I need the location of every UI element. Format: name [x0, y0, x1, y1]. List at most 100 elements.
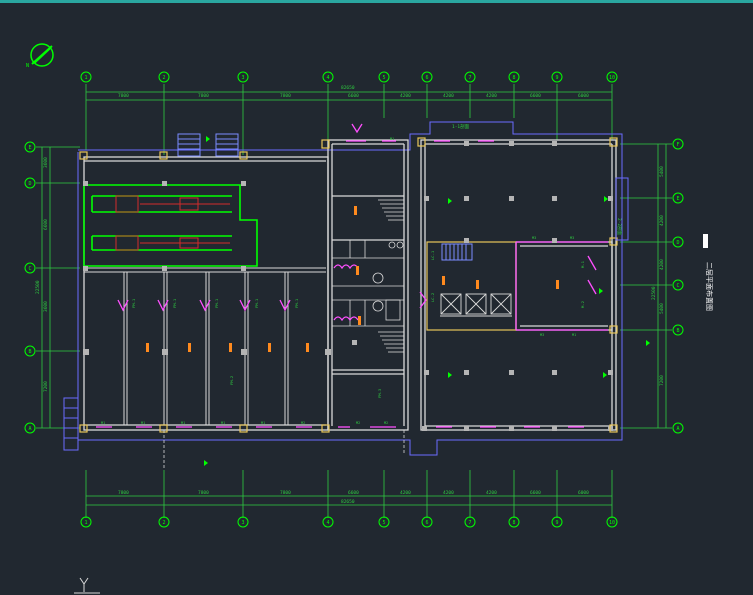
svg-text:LC-2: LC-2	[430, 293, 435, 302]
svg-text:FM-2: FM-2	[229, 376, 234, 385]
top-axis-labels: 1 2 3 4 5 6 7 8 9 10	[84, 75, 615, 81]
svg-text:10: 10	[609, 520, 615, 526]
core-highlight	[515, 241, 608, 331]
svg-text:6600: 6600	[43, 219, 49, 230]
svg-text:1: 1	[84, 75, 87, 81]
svg-text:M1: M1	[390, 137, 394, 141]
svg-text:M-1: M-1	[580, 260, 585, 268]
svg-text:7800: 7800	[280, 490, 291, 496]
svg-text:4200: 4200	[486, 490, 497, 496]
svg-text:M1: M1	[221, 421, 225, 425]
svg-text:F: F	[676, 142, 679, 148]
svg-text:M3: M3	[532, 236, 536, 240]
svg-text:4200: 4200	[400, 93, 411, 99]
svg-text:6600: 6600	[530, 490, 541, 496]
svg-text:5: 5	[382, 520, 385, 526]
svg-text:8: 8	[512, 75, 515, 81]
svg-text:4200: 4200	[659, 215, 665, 226]
svg-text:N: N	[26, 63, 29, 69]
svg-text:4200: 4200	[659, 259, 665, 270]
stairs-central-lower	[378, 331, 404, 353]
svg-text:5400: 5400	[659, 303, 665, 314]
columns-yellow	[79, 137, 618, 433]
stairs-central-upper	[378, 199, 404, 221]
stair-right-core	[441, 243, 473, 261]
svg-text:B: B	[676, 328, 679, 334]
svg-text:6: 6	[425, 75, 428, 81]
doors	[96, 123, 597, 428]
svg-text:9: 9	[555, 520, 558, 526]
stairs-top-left	[177, 133, 239, 157]
svg-text:LC-1: LC-1	[430, 250, 435, 260]
svg-text:M1: M1	[101, 421, 105, 425]
bottom-axis-bubbles	[80, 516, 618, 528]
top-axis-bubbles	[80, 71, 618, 83]
drawing-title-group: 二层平面布置图	[703, 234, 714, 311]
shop-partitions	[84, 267, 326, 425]
svg-text:3: 3	[241, 520, 244, 526]
north-arrow-icon: N	[26, 43, 54, 69]
svg-text:6: 6	[425, 520, 428, 526]
svg-text:A: A	[28, 426, 31, 432]
svg-text:D: D	[28, 181, 31, 187]
svg-text:2: 2	[162, 520, 165, 526]
svg-text:5400: 5400	[659, 166, 665, 177]
svg-text:E: E	[676, 196, 679, 202]
svg-text:7: 7	[468, 520, 471, 526]
svg-text:4200: 4200	[486, 93, 497, 99]
svg-text:7: 7	[468, 75, 471, 81]
svg-text:M-2: M-2	[580, 301, 585, 308]
svg-text:M3: M3	[540, 333, 544, 337]
svg-text:B: B	[28, 349, 31, 355]
svg-text:1: 1	[84, 520, 87, 526]
svg-text:7800: 7800	[280, 93, 291, 99]
svg-text:FM-3: FM-3	[377, 389, 382, 398]
left-dimension-lines	[36, 146, 80, 429]
svg-text:22500: 22500	[35, 280, 41, 294]
svg-text:M3: M3	[570, 236, 574, 240]
toilet-zone	[332, 240, 404, 327]
building-outline	[77, 121, 623, 456]
equipment-red	[115, 195, 230, 251]
svg-text:82650: 82650	[341, 499, 355, 505]
svg-text:M1: M1	[572, 333, 576, 337]
svg-text:6600: 6600	[348, 490, 359, 496]
svg-text:4200: 4200	[443, 490, 454, 496]
bottom-axis-labels: 1 2 3 4 5 6 7 8 9 10	[84, 520, 615, 526]
svg-text:5: 5	[382, 75, 385, 81]
svg-text:1-1剖面: 1-1剖面	[452, 123, 470, 130]
svg-text:2-2剖面: 2-2剖面	[616, 218, 623, 236]
svg-text:7200: 7200	[43, 381, 49, 392]
svg-text:7800: 7800	[198, 93, 209, 99]
lower-left-stair	[63, 397, 79, 451]
svg-text:8: 8	[512, 520, 515, 526]
svg-text:A: A	[676, 426, 679, 432]
svg-text:FM-1: FM-1	[214, 298, 219, 308]
svg-text:3: 3	[241, 75, 244, 81]
cad-drawing-canvas[interactable]: N 82650 7800 7800 7800 6600 4200 4200 42…	[0, 0, 753, 595]
svg-text:22500: 22500	[651, 286, 657, 300]
svg-text:4200: 4200	[400, 490, 411, 496]
svg-text:C: C	[676, 283, 679, 289]
svg-text:7200: 7200	[659, 375, 665, 386]
svg-text:C: C	[28, 266, 31, 272]
door-tags: M1 M1 M1 M1 M1 M2 M2 M2 M3 M3 M3 M1 M1	[101, 137, 576, 425]
svg-text:D: D	[676, 240, 679, 246]
svg-text:M2: M2	[384, 421, 388, 425]
equipment-zone	[83, 184, 258, 267]
svg-text:FM-1: FM-1	[254, 298, 259, 308]
svg-text:10: 10	[609, 75, 615, 81]
svg-text:M1: M1	[141, 421, 145, 425]
svg-text:FM-1: FM-1	[172, 298, 177, 308]
svg-text:7800: 7800	[118, 490, 129, 496]
svg-text:M1: M1	[181, 421, 185, 425]
elevator-shafts	[440, 293, 512, 317]
svg-text:M1: M1	[261, 421, 265, 425]
svg-text:9: 9	[555, 75, 558, 81]
svg-text:7800: 7800	[198, 490, 209, 496]
svg-text:M2: M2	[356, 421, 360, 425]
ucs-icon	[74, 577, 100, 594]
svg-text:6600: 6600	[348, 93, 359, 99]
svg-text:FM-1: FM-1	[131, 298, 136, 308]
svg-text:6600: 6600	[530, 93, 541, 99]
